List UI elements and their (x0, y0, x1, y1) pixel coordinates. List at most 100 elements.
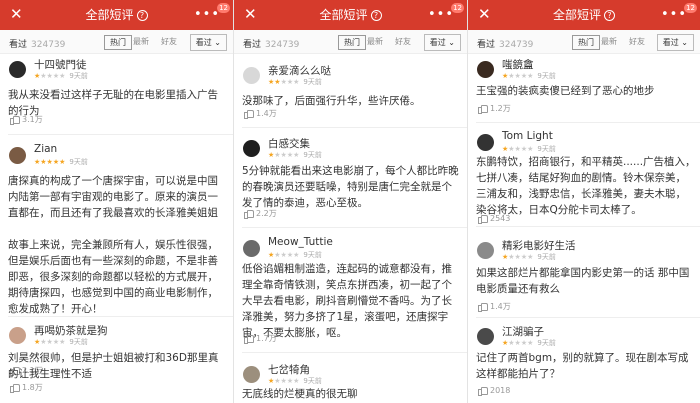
divider (242, 227, 467, 228)
tab-new[interactable]: 最新 (367, 36, 383, 47)
seen-count: 看过 324739 (477, 40, 534, 50)
star-rating: ★★★★★ 9天前 (502, 72, 556, 80)
avatar[interactable] (477, 61, 494, 78)
notification-badge: 12 (217, 3, 230, 13)
star-rating: ★★★★★ 9天前 (268, 78, 322, 86)
page-title: 全部短评? (553, 6, 616, 23)
tab-new[interactable]: 最新 (133, 36, 149, 47)
username[interactable]: Tom Light (502, 130, 553, 142)
comment-text: 唐探真的构成了一个唐探宇宙，可以说是中国内陆第一部有宇宙观的电影了。原来的演员一… (8, 175, 218, 315)
notification-badge: 12 (451, 3, 464, 13)
review-panel-1: ✕ 全部短评? ••• 12 看过 324739 热门 最新 好友 看过 ⌄ 十四… (0, 0, 233, 403)
header-bar: ✕ 全部短评? ••• 12 (0, 0, 233, 30)
like-button[interactable]: 2018 (478, 386, 510, 396)
tab-new[interactable]: 最新 (601, 36, 617, 47)
username[interactable]: 江湖骗子 (502, 324, 544, 339)
star-rating: ★★★★★ 9天前 (34, 158, 88, 166)
page-title: 全部短评? (85, 6, 148, 23)
header-bar: ✕ 全部短评? ••• 12 (468, 0, 700, 30)
like-button[interactable]: 1.7万 (244, 333, 277, 344)
help-icon[interactable]: ? (136, 10, 148, 21)
avatar[interactable] (243, 366, 260, 383)
username[interactable]: Meow_Tuttie (268, 236, 333, 248)
avatar[interactable] (9, 327, 26, 344)
star-rating: ★★★★★ 9天前 (502, 253, 556, 261)
thumb-up-icon (478, 302, 488, 312)
username[interactable]: 嗤鏡盦 (502, 57, 534, 72)
avatar[interactable] (9, 147, 26, 164)
like-button[interactable]: 1.2万 (478, 103, 511, 114)
like-button[interactable]: 2.2万 (244, 208, 277, 219)
avatar[interactable] (243, 240, 260, 257)
comment-text: 5分钟就能看出来这电影崩了，每个人都比昨晚的春晚演员还要聒噪，特别是唐仁完全就是… (242, 165, 459, 209)
username[interactable]: 七岔犄角 (268, 362, 310, 377)
username[interactable]: 十四號門徒 (34, 57, 87, 72)
username[interactable]: Zian (34, 143, 57, 155)
thumb-up-icon (478, 104, 488, 114)
help-icon[interactable]: ? (604, 10, 616, 21)
review-panel-3: ✕ 全部短评? ••• 12 看过 324739 热门 最新 好友 看过 ⌄ 嗤鏡… (468, 0, 700, 403)
like-button[interactable]: 1.4万 (244, 108, 277, 119)
close-icon[interactable]: ✕ (478, 4, 491, 24)
sort-dropdown[interactable]: 看过 ⌄ (189, 34, 227, 51)
like-button[interactable]: 1.4万 (478, 301, 511, 312)
avatar[interactable] (243, 140, 260, 157)
avatar[interactable] (477, 242, 494, 259)
divider (476, 317, 700, 318)
tab-friends[interactable]: 好友 (395, 36, 411, 47)
thumb-up-icon (478, 214, 488, 224)
filter-bar: 看过 324739 热门 最新 好友 看过 ⌄ (0, 30, 233, 54)
star-rating: ★★★★★ 9天前 (502, 339, 556, 347)
tab-friends[interactable]: 好友 (629, 36, 645, 47)
notification-badge: 12 (684, 3, 697, 13)
review-panel-2: ✕ 全部短评? ••• 12 看过 324739 热门 最新 好友 看过 ⌄ 亲爱… (234, 0, 467, 403)
username[interactable]: 亲爱滴么么哒 (268, 63, 331, 78)
tab-hot[interactable]: 热门 (104, 35, 132, 50)
thumb-up-icon (10, 383, 20, 393)
tab-hot[interactable]: 热门 (338, 35, 366, 50)
star-rating: ★★★★★ 9天前 (502, 145, 556, 153)
like-button[interactable]: 3.1万 (10, 114, 43, 125)
close-icon[interactable]: ✕ (244, 4, 257, 24)
comment-text: 无底线的烂梗真的很无聊 (242, 388, 358, 400)
comment-text: 没那味了，后面强行升华，些许厌倦。 (242, 95, 421, 107)
thumb-up-icon (478, 386, 488, 396)
divider (476, 226, 700, 227)
divider (8, 316, 233, 317)
username[interactable]: 再喝奶茶就是狗 (34, 323, 108, 338)
sort-dropdown[interactable]: 看过 ⌄ (656, 34, 694, 51)
more-icon[interactable]: ••• (194, 7, 220, 22)
sort-dropdown[interactable]: 看过 ⌄ (423, 34, 461, 51)
comment-text: 记住了两首bgm，别的就算了。现在剧本写成这样都能拍片了？ (476, 352, 689, 380)
more-icon[interactable]: ••• (428, 7, 454, 22)
comment-text: 东鹏特饮，招商银行，和平精英......广告植入，七拼八凑，结尾好狗血的剧情。铃… (476, 156, 696, 216)
star-rating: ★★★★★ 9天前 (268, 377, 322, 385)
comment-text: 王宝强的装疯卖傻已经到了恶心的地步 (476, 85, 655, 97)
username[interactable]: 白感交集 (268, 136, 310, 151)
avatar[interactable] (243, 67, 260, 84)
help-icon[interactable]: ? (370, 10, 382, 21)
star-rating: ★★★★★ 9天前 (268, 151, 322, 159)
more-icon[interactable]: ••• (661, 7, 687, 22)
comment-text: 如果这部烂片都能拿国内影史第一的话 那中国电影质量还有救么 (476, 267, 690, 295)
header-bar: ✕ 全部短评? ••• 12 (234, 0, 467, 30)
seen-count: 看过 324739 (243, 40, 300, 50)
comment-text: 刘昊然很帅，但是护士姐姐被打和36D那里真的让我生理性不适 (8, 352, 219, 380)
avatar[interactable] (9, 61, 26, 78)
divider (476, 122, 700, 123)
like-button[interactable]: 1.8万 (10, 382, 43, 393)
thumb-up-icon (10, 115, 20, 125)
thumb-up-icon (244, 209, 254, 219)
avatar[interactable] (477, 328, 494, 345)
thumb-up-icon (244, 334, 254, 344)
star-rating: ★★★★★ 9天前 (268, 251, 322, 259)
close-icon[interactable]: ✕ (10, 4, 23, 24)
avatar[interactable] (477, 134, 494, 151)
filter-bar: 看过 324739 热门 最新 好友 看过 ⌄ (234, 30, 467, 54)
divider (8, 134, 233, 135)
like-button[interactable]: 2543 (478, 214, 510, 224)
username[interactable]: 精彩电影好生活 (502, 238, 576, 253)
tab-hot[interactable]: 热门 (572, 35, 600, 50)
seen-count: 看过 324739 (9, 40, 66, 50)
tab-friends[interactable]: 好友 (161, 36, 177, 47)
